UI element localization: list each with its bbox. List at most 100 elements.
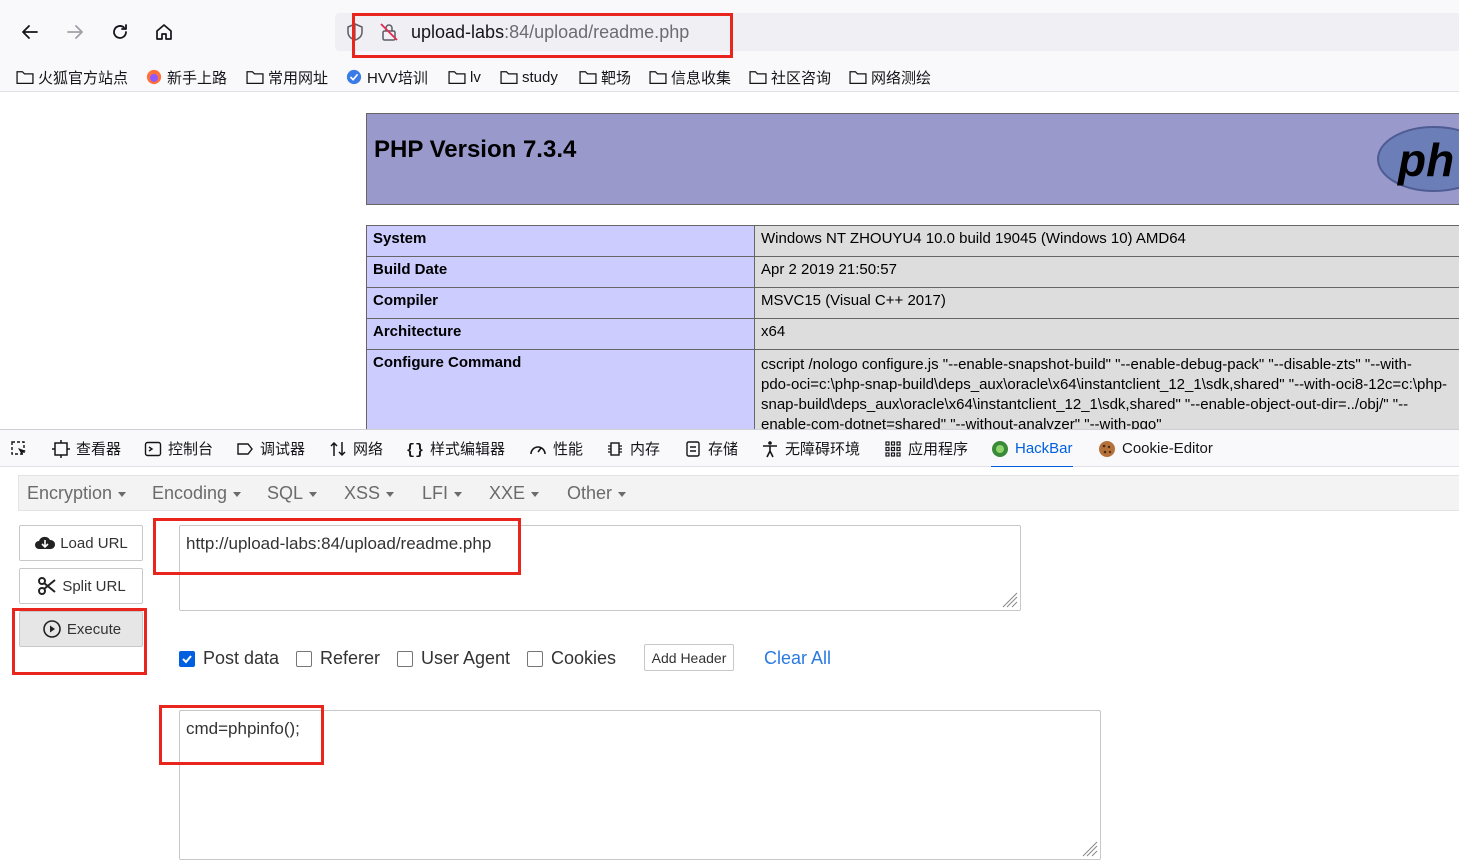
bookmark-item[interactable]: HVV培训 (345, 65, 428, 89)
row-key: Configure Command (366, 349, 755, 429)
address-bar[interactable]: upload-labs:84/upload/readme.php (335, 13, 1459, 51)
tab-memory[interactable]: 内存 (606, 430, 660, 467)
tab-hackbar[interactable]: HackBar (991, 430, 1073, 468)
table-row: Compiler MSVC15 (Visual C++ 2017) (366, 287, 1459, 319)
home-button[interactable] (148, 16, 180, 48)
caret-down-icon (118, 491, 127, 497)
post-data-checkbox[interactable]: Post data (179, 648, 279, 669)
menu-label: LFI (422, 483, 449, 503)
menu-encoding[interactable]: Encoding (152, 483, 242, 504)
tab-label: 查看器 (76, 441, 122, 458)
folder-icon (579, 71, 597, 84)
phpinfo-header: PHP Version 7.3.4 ph (366, 113, 1459, 205)
tab-application[interactable]: 应用程序 (884, 430, 968, 467)
load-url-button[interactable]: Load URL (19, 525, 143, 561)
resize-grip-icon[interactable] (1002, 592, 1018, 608)
button-label: Load URL (60, 534, 128, 552)
configure-command-value: cscript /nologo configure.js "--enable-s… (754, 349, 1459, 429)
php-logo: ph (1377, 126, 1459, 192)
configure-line: enable-com-dotnet=shared" "--without-ana… (761, 415, 1459, 429)
caret-down-icon (618, 491, 627, 497)
tab-accessibility[interactable]: 无障碍环境 (761, 430, 860, 467)
tab-label: 性能 (553, 441, 584, 458)
bookmark-item[interactable]: 常用网址 (246, 65, 328, 89)
memory-icon (608, 441, 622, 456)
bookmark-label: 火狐官方站点 (38, 69, 129, 87)
element-picker-button[interactable] (10, 430, 34, 467)
menu-sql[interactable]: SQL (267, 483, 318, 504)
hackbar-menubar: Encryption Encoding SQL XSS LFI XXE Othe… (18, 475, 1459, 511)
configure-line: cscript /nologo configure.js "--enable-s… (761, 356, 1412, 373)
tab-label: 样式编辑器 (430, 441, 506, 458)
menu-label: SQL (267, 483, 304, 503)
phpinfo-table: System Windows NT ZHOUYU4 10.0 build 190… (366, 225, 1459, 429)
post-body-value: cmd=phpinfo(); (186, 719, 300, 738)
url-text[interactable]: upload-labs:84/upload/readme.php (411, 22, 689, 42)
arrow-left-icon (22, 25, 38, 39)
clear-all-link[interactable]: Clear All (764, 648, 831, 669)
tab-cookie-editor[interactable]: Cookie-Editor (1098, 430, 1213, 467)
bookmark-item[interactable]: study (500, 65, 558, 89)
table-row: System Windows NT ZHOUYU4 10.0 build 190… (366, 225, 1459, 257)
bookmark-item[interactable]: 网络测绘 (849, 65, 931, 89)
forward-button[interactable] (59, 16, 91, 48)
reload-button[interactable] (104, 16, 136, 48)
insecure-lock-icon[interactable] (379, 22, 399, 42)
folder-icon (749, 71, 767, 84)
caret-down-icon (454, 491, 463, 497)
menu-label: Encryption (27, 483, 113, 503)
storage-icon (686, 440, 700, 457)
row-key: Architecture (366, 318, 755, 350)
play-circle-icon (43, 620, 61, 638)
tab-performance[interactable]: 性能 (529, 430, 583, 467)
firefox-icon (146, 69, 162, 85)
checkbox-label: Referer (320, 648, 381, 668)
browser-toolbar: upload-labs:84/upload/readme.php (0, 0, 1459, 62)
page-content: PHP Version 7.3.4 ph System Windows NT Z… (0, 93, 1459, 429)
menu-lfi[interactable]: LFI (422, 483, 463, 504)
menu-other[interactable]: Other (567, 483, 627, 504)
cookies-checkbox[interactable]: Cookies (527, 648, 616, 669)
execute-button[interactable]: Execute (19, 611, 143, 647)
tab-inspector[interactable]: 查看器 (52, 430, 121, 467)
bookmark-item[interactable]: 社区咨询 (749, 65, 831, 89)
bookmark-label: 常用网址 (268, 69, 329, 87)
tab-debugger[interactable]: 调试器 (236, 430, 305, 467)
tab-storage[interactable]: 存储 (684, 430, 738, 467)
bookmark-item[interactable]: 新手上路 (145, 65, 227, 89)
accessibility-icon (763, 440, 777, 457)
resize-grip-icon[interactable] (1082, 841, 1098, 857)
bookmark-item[interactable]: 靶场 (579, 65, 631, 89)
globe-icon (346, 69, 362, 85)
tab-style-editor[interactable]: {} 样式编辑器 (406, 430, 505, 467)
tab-network[interactable]: 网络 (329, 430, 383, 467)
table-row: Architecture x64 (366, 318, 1459, 350)
shield-icon[interactable] (345, 22, 365, 42)
row-value: x64 (754, 318, 1459, 350)
url-textarea[interactable]: http://upload-labs:84/upload/readme.php (179, 525, 1021, 611)
php-version-title: PHP Version 7.3.4 (374, 136, 577, 163)
arrow-right-icon (67, 25, 83, 39)
user-agent-checkbox[interactable]: User Agent (397, 648, 510, 669)
back-button[interactable] (14, 16, 46, 48)
add-header-button[interactable]: Add Header (644, 644, 734, 671)
split-url-button[interactable]: Split URL (19, 568, 143, 604)
tab-console[interactable]: 控制台 (144, 430, 213, 467)
row-key: System (366, 225, 755, 257)
svg-text:ph: ph (1396, 134, 1454, 186)
referer-checkbox[interactable]: Referer (296, 648, 380, 669)
checkbox-label: Post data (203, 648, 280, 668)
menu-encryption[interactable]: Encryption (27, 483, 127, 504)
menu-xxe[interactable]: XXE (489, 483, 540, 504)
menu-label: XSS (344, 483, 381, 503)
folder-icon (649, 71, 667, 84)
checkbox-checked-icon (179, 650, 195, 667)
post-body-textarea[interactable]: cmd=phpinfo(); (179, 710, 1101, 860)
bookmark-item[interactable]: lv (448, 65, 481, 89)
bookmark-label: lv (470, 68, 481, 86)
bookmark-item[interactable]: 火狐官方站点 (16, 65, 128, 89)
folder-icon (849, 71, 867, 84)
tab-label: 无障碍环境 (785, 441, 861, 458)
bookmark-item[interactable]: 信息收集 (649, 65, 731, 89)
menu-xss[interactable]: XSS (344, 483, 395, 504)
